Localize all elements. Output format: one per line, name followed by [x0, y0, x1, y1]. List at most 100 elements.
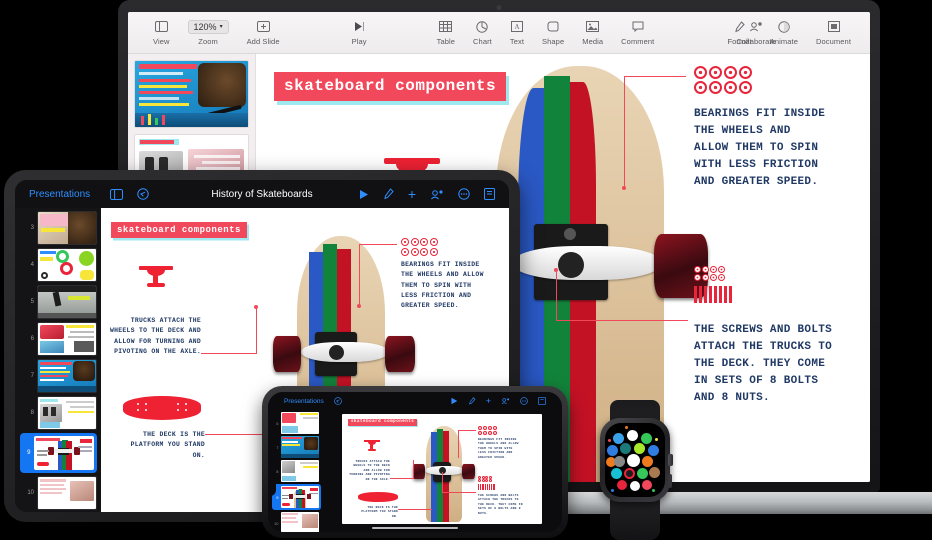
activity-rings-app-icon[interactable] — [624, 468, 635, 479]
collaborate-icon[interactable] — [430, 189, 444, 200]
add-icon[interactable]: + — [486, 396, 491, 406]
ipad-slide-thumbnail[interactable] — [37, 359, 97, 393]
iphone-slide-row[interactable]: 10 — [274, 512, 319, 532]
toolbar-media-button[interactable]: Media — [573, 19, 612, 46]
calendar-app-icon[interactable] — [627, 430, 638, 441]
document-icon[interactable] — [484, 188, 495, 200]
more-icon[interactable] — [458, 188, 470, 200]
dot-app-icon[interactable] — [652, 489, 655, 492]
play-icon[interactable] — [358, 189, 369, 200]
toolbar-add-slide-button[interactable]: Add Slide — [238, 19, 289, 46]
sidebar-icon[interactable] — [110, 188, 124, 200]
iphone-slide-row[interactable]: 6 — [274, 412, 319, 434]
toolbar-text-button[interactable]: A Text — [501, 19, 533, 46]
dot-app-icon[interactable] — [655, 438, 658, 441]
mail-app-icon[interactable] — [648, 445, 659, 456]
toolbar-animate-button[interactable]: Animate — [761, 19, 807, 46]
play-icon[interactable] — [450, 397, 458, 405]
watch-screen[interactable] — [605, 423, 665, 497]
ipad-slide-thumbnail[interactable] — [37, 285, 97, 319]
iphone-home-indicator[interactable] — [372, 526, 458, 529]
slide-content[interactable]: skateboard components BEARINGS FIT INSID… — [342, 413, 542, 524]
ipad-slide-row[interactable]: 10 — [19, 476, 97, 510]
home-app-icon[interactable] — [627, 454, 640, 467]
add-icon[interactable]: + — [408, 187, 416, 201]
iphone-slide-thumbnail[interactable] — [280, 412, 319, 434]
callout-deck[interactable]: THE DECK IS THE PLATFORM YOU STAND ON. — [117, 430, 205, 461]
watch-side-button[interactable] — [668, 474, 672, 488]
digital-crown[interactable] — [668, 454, 673, 466]
callout-deck[interactable]: THE DECK IS THE PLATFORM YOU STAND ON. — [354, 506, 398, 520]
iphone-slide-row-selected[interactable]: 9 — [271, 484, 321, 510]
iphone-slide-thumbnail[interactable] — [280, 460, 319, 482]
contacts-app-icon[interactable] — [649, 467, 660, 478]
iphone-slide-row[interactable]: 8 — [274, 460, 319, 482]
workout-app-icon[interactable] — [634, 443, 645, 454]
timer-app-icon[interactable] — [642, 456, 653, 467]
mac-slide-thumbnail[interactable]: 7 — [134, 60, 249, 128]
weather-app-icon[interactable] — [613, 433, 624, 444]
callout-trucks[interactable]: TRUCKS ATTACH THE WHEELS TO THE DECK AND… — [348, 460, 390, 483]
dot-app-icon[interactable] — [611, 489, 614, 492]
ipad-slide-row[interactable]: 3 — [19, 211, 97, 245]
callout-screws[interactable]: THE SCREWS AND BOLTS ATTACH THE TRUCKS T… — [478, 494, 524, 517]
toolbar-zoom-control[interactable]: 120% ▾ Zoom — [179, 19, 238, 46]
ipad-slide-row[interactable]: 5 — [19, 285, 97, 319]
ipad-slide-thumbnail[interactable] — [37, 396, 97, 430]
photos-app-icon[interactable] — [630, 481, 640, 491]
ipad-slide-navigator[interactable]: 3 4 5 6 7 8 9 10 — [15, 208, 101, 512]
iphone-slide-navigator[interactable]: 6 7 8 9 10 — [268, 410, 324, 532]
ipad-slide-row[interactable]: 6 — [19, 322, 97, 356]
format-brush-icon[interactable] — [468, 397, 476, 405]
ipad-slide-row[interactable]: 8 — [19, 396, 97, 430]
undo-icon[interactable] — [137, 188, 149, 200]
ipad-back-button[interactable]: Presentations — [29, 189, 90, 200]
callout-bearings[interactable]: BEARINGS FIT INSIDE THE WHEELS AND ALLOW… — [401, 260, 485, 311]
heart-app-icon[interactable] — [617, 480, 627, 490]
iphone-slide-canvas[interactable]: skateboard components BEARINGS FIT INSID… — [324, 410, 562, 532]
iphone-slide-thumbnail[interactable] — [280, 436, 319, 458]
phone-app-icon[interactable] — [641, 433, 652, 444]
ipad-slide-row[interactable]: 4 — [19, 248, 97, 282]
toolbar-comment-button[interactable]: Comment — [612, 19, 663, 46]
ipad-slide-thumbnail[interactable] — [37, 322, 97, 356]
toolbar-view-button[interactable]: View — [144, 19, 179, 46]
toolbar-chart-button[interactable]: Chart — [464, 19, 501, 46]
ipad-slide-row[interactable]: 7 — [19, 359, 97, 393]
ipad-slide-thumbnail[interactable] — [37, 248, 97, 282]
settings-app-icon[interactable] — [614, 456, 625, 467]
callout-trucks[interactable]: TRUCKS ATTACH THE WHEELS TO THE DECK AND… — [109, 316, 201, 357]
iphone-back-button[interactable]: Presentations — [284, 398, 324, 405]
iphone-slide-row[interactable]: 7 — [274, 436, 319, 458]
maps-app-icon[interactable] — [607, 445, 618, 456]
slide-title[interactable]: skateboard components — [348, 418, 418, 426]
ipad-slide-thumbnail[interactable] — [37, 211, 97, 245]
ipad-slide-row-selected[interactable]: 9 — [19, 433, 97, 473]
ipad-slide-thumbnail[interactable] — [37, 476, 97, 510]
document-icon[interactable] — [538, 397, 546, 405]
callout-screws[interactable]: THE SCREWS AND BOLTS ATTACH THE TRUCKS T… — [694, 322, 844, 407]
zoom-chip[interactable]: 120% ▾ — [187, 19, 229, 34]
more-icon[interactable] — [520, 397, 528, 405]
activity-app-icon[interactable] — [620, 443, 631, 454]
iphone-slide-thumbnail-selected[interactable] — [280, 486, 319, 508]
toolbar-play-button[interactable]: Play — [343, 19, 376, 46]
callout-bearings[interactable]: BEARINGS FIT INSIDE THE WHEELS AND ALLOW… — [478, 438, 520, 461]
music-app-icon[interactable] — [642, 480, 652, 490]
dot-app-icon[interactable] — [625, 426, 628, 429]
dot-app-icon[interactable] — [608, 439, 611, 442]
toolbar-table-button[interactable]: Table — [428, 19, 464, 46]
iphone-slide-thumbnail[interactable] — [280, 512, 319, 532]
wallet-app-icon[interactable] — [611, 468, 622, 479]
toolbar-view-label: View — [153, 37, 170, 46]
undo-icon[interactable] — [333, 397, 342, 405]
slide-title[interactable]: skateboard components — [111, 222, 247, 238]
toolbar-shape-button[interactable]: Shape — [533, 19, 573, 46]
collaborate-icon[interactable] — [501, 397, 510, 405]
callout-bearings[interactable]: BEARINGS FIT INSIDE THE WHEELS AND ALLOW… — [694, 106, 830, 191]
toolbar-format-button[interactable]: Format — [718, 19, 760, 46]
toolbar-document-button[interactable]: Document — [807, 19, 860, 46]
messages-app-icon[interactable] — [637, 468, 648, 479]
format-brush-icon[interactable] — [383, 188, 394, 200]
ipad-slide-thumbnail-selected[interactable] — [33, 436, 94, 470]
